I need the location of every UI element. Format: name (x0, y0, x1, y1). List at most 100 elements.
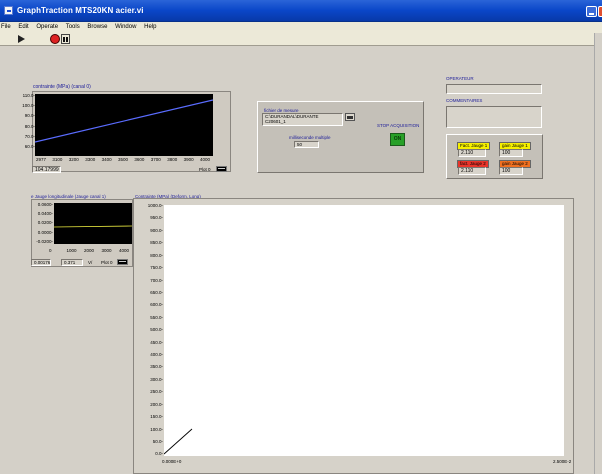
big-chart-y-tick-label: 200.0- (150, 401, 163, 407)
big-chart-y-tick-label: 450.0- (150, 339, 163, 345)
stop-acquisition-label: STOP ACQUISITION (377, 123, 420, 128)
top-chart-x-tick-label: 3300 (85, 157, 96, 162)
big-chart-y-tick-label: 950.0- (150, 215, 163, 221)
stop-acquisition-button[interactable]: ON (390, 133, 405, 146)
big-chart-y-tick-label: 750.0- (150, 265, 163, 271)
menu-edit[interactable]: Edit (15, 22, 31, 31)
big-chart-y-tick-label: 300.0- (150, 376, 163, 382)
big-chart-svg (163, 428, 193, 455)
big-chart-trace (163, 428, 193, 455)
small-chart-trace (53, 225, 133, 228)
big-chart-y-tick-label: 0.0- (155, 451, 163, 457)
comments-field[interactable] (446, 106, 542, 128)
big-chart-y-tick-label: 800.0- (150, 252, 163, 258)
big-chart-y-tick-label: 600.0- (150, 302, 163, 308)
abort-stop-icon[interactable] (50, 34, 60, 44)
top-chart-y-tick-label: 70.0- (24, 133, 35, 139)
close-button[interactable] (598, 6, 602, 17)
big-chart-y-tick-label: 550.0- (150, 314, 163, 320)
top-chart-plot-area (35, 94, 213, 156)
small-chart-plot-area (53, 203, 133, 244)
minimize-button[interactable] (586, 6, 597, 17)
top-chart-label: contrainte (MPa) (canal 0) (33, 84, 91, 90)
big-chart-y-tick-label: 500.0- (150, 327, 163, 333)
big-chart-y-tick-label: 150.0- (150, 414, 163, 420)
top-chart-y-tick-label: 110.0- (22, 93, 35, 98)
small-chart-y-tick-label: 0.0200- (37, 220, 53, 226)
top-chart-y-tick-label: 80.0- (24, 123, 35, 129)
small-chart-y-tick-label: 0.0000- (37, 229, 53, 235)
top-chart-x-tick-label: 3700 (150, 157, 161, 162)
small-chart-plot-legend: Plot 0 (101, 260, 113, 265)
browse-folder-icon[interactable] (345, 113, 355, 121)
toolbar (0, 32, 602, 46)
big-chart-y-tick-label: 700.0- (150, 277, 163, 283)
top-chart-y-tick-label: 90.0- (24, 113, 35, 119)
ms-value-field[interactable]: 50 (294, 141, 319, 148)
small-chart-plot-line-icon[interactable] (117, 259, 128, 265)
small-chart-x-tick-label: 1000 (66, 248, 77, 253)
top-chart-svg (35, 99, 213, 143)
big-chart-y-tick-label: 350.0- (150, 364, 163, 370)
gauge1-gain-field[interactable]: 100 (499, 149, 523, 157)
big-chart-y-tick-label: 400.0- (150, 352, 163, 358)
small-chart-svg (53, 225, 133, 228)
top-chart-x-tick-label: 2977 (36, 157, 47, 162)
top-chart-x-tick-label: 3900 (183, 157, 194, 162)
small-chart-readout-2: 0.371 (61, 259, 83, 266)
operator-field[interactable] (446, 84, 542, 94)
small-chart-y-tick-label: 0.0400- (37, 211, 53, 217)
labview-vi-icon (4, 6, 13, 15)
gauge2-fact-field[interactable]: 2.110 (458, 167, 486, 175)
top-chart-x-tick-label: 3200 (68, 157, 79, 162)
vertical-scrollbar[interactable] (594, 33, 602, 474)
top-chart-x-tick-label: 3500 (118, 157, 129, 162)
top-chart-plot-legend: Plot 0 (199, 167, 211, 172)
top-chart-x-tick-label: 3800 (167, 157, 178, 162)
small-chart-x-tick-label: 0 (49, 248, 52, 253)
big-chart-y-tick-label: 250.0- (150, 389, 163, 395)
gauge2-gain-field[interactable]: 100 (499, 167, 523, 175)
menu-help[interactable]: Help (141, 22, 159, 31)
small-chart-y-tick-label: 0.0600- (37, 202, 53, 207)
small-chart-x-tick-label: 2000 (84, 248, 95, 253)
top-chart-y-tick-label: 100.0- (22, 103, 35, 109)
small-chart-y-tick-label: -0.0200- (36, 238, 53, 244)
small-chart-unit: V/ (88, 260, 93, 265)
top-chart-x-tick-label: 4000 (200, 157, 211, 162)
comments-label: COMMENTAIRES (446, 98, 483, 103)
top-chart-plot-line-icon[interactable] (216, 166, 227, 172)
big-chart-y-tick-label: 100.0- (150, 426, 163, 432)
big-chart-y-tick-label: 1000.0- (147, 203, 163, 208)
operator-label: OPERATEUR (446, 76, 474, 81)
menu-bar: File Edit Operate Tools Browse Window He… (0, 22, 602, 32)
pause-icon[interactable] (61, 34, 70, 44)
big-chart-y-tick-label: 50.0- (152, 438, 163, 444)
file-path-line-2: C20601_1 (265, 119, 286, 124)
small-chart-readout-1: 0.00176 (31, 259, 51, 266)
top-chart-x-tick-label: 3400 (101, 157, 112, 162)
top-chart-x-tick-label: 3600 (134, 157, 145, 162)
top-chart-readout: 104.17999 (32, 166, 61, 173)
gauge1-fact-field[interactable]: 2.110 (458, 149, 486, 157)
top-chart-x-tick-label: 3100 (52, 157, 63, 162)
menu-window[interactable]: Window (112, 22, 139, 31)
big-chart-y-tick-label: 850.0- (150, 240, 163, 246)
menu-browse[interactable]: Browse (84, 22, 110, 31)
small-chart-x-tick-label: 4000 (119, 248, 130, 253)
big-chart-x-end: 2.500E-2 (553, 459, 572, 464)
big-chart-x-start: 0.000E+0 (162, 459, 182, 464)
top-chart-trace (35, 99, 213, 143)
big-chart-y-tick-label: 900.0- (150, 227, 163, 233)
title-bar: GraphTraction MTS20KN acier.vi (0, 0, 602, 22)
run-arrow-icon[interactable] (16, 34, 26, 44)
top-chart-y-tick-label: 60.0- (24, 144, 35, 149)
menu-tools[interactable]: Tools (63, 22, 83, 31)
file-path-field[interactable]: C:\DURANDAL\DURANTE C20601_1 (262, 113, 343, 126)
big-chart-plot-area (163, 205, 564, 456)
menu-operate[interactable]: Operate (33, 22, 61, 31)
small-chart-x-tick-label: 3000 (101, 248, 112, 253)
big-chart-y-tick-label: 650.0- (150, 289, 163, 295)
window-title: GraphTraction MTS20KN acier.vi (17, 6, 144, 15)
menu-file[interactable]: File (0, 22, 14, 31)
